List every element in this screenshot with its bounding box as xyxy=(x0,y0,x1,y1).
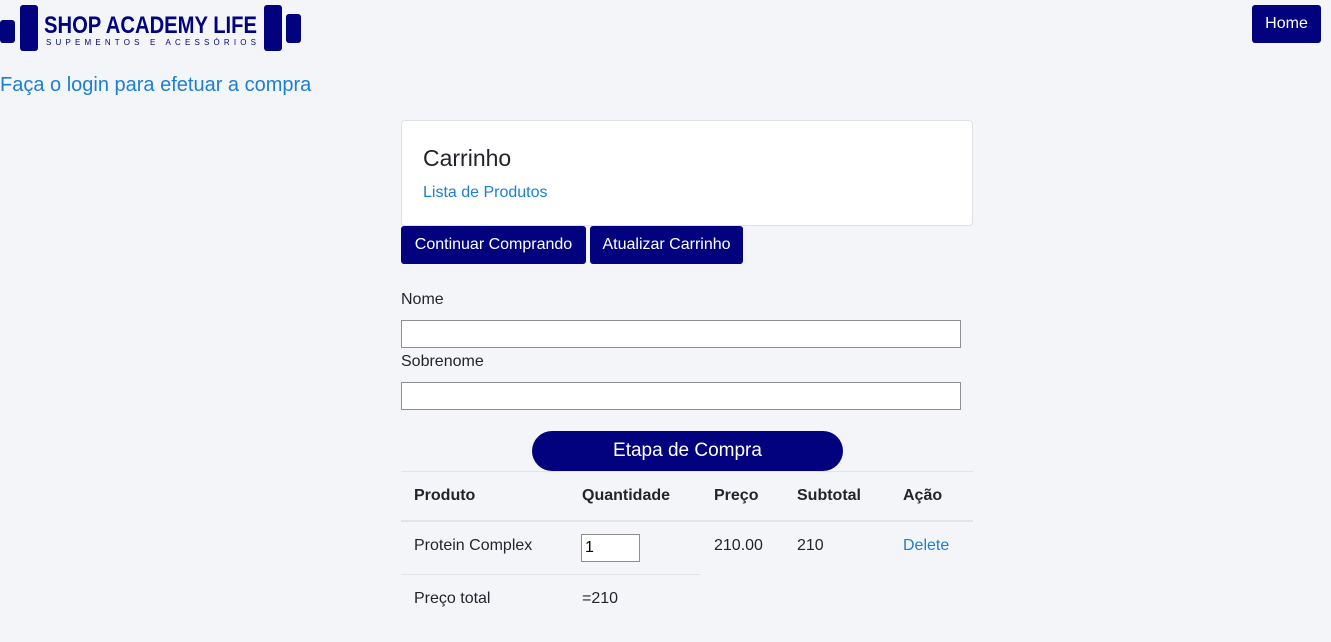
home-button[interactable]: Home xyxy=(1252,5,1321,43)
header-quantidade: Quantidade xyxy=(582,487,671,504)
table-row-divider xyxy=(401,574,700,575)
brand-logo[interactable]: SHOP ACADEMY LIFE SUPEMENTOS E ACESSÓRIO… xyxy=(0,4,302,52)
header-subtotal: Subtotal xyxy=(797,487,861,504)
purchase-stage-button[interactable]: Etapa de Compra xyxy=(532,431,843,471)
header-preco: Preço xyxy=(714,487,759,504)
first-name-label: Nome xyxy=(401,291,444,308)
table-top-divider xyxy=(401,471,973,472)
logo-title: SHOP ACADEMY LIFE xyxy=(44,12,257,39)
delete-item-link[interactable]: Delete xyxy=(903,537,949,555)
last-name-label: Sobrenome xyxy=(401,353,484,370)
cart-card: Carrinho Lista de Produtos xyxy=(401,120,973,226)
continue-shopping-button[interactable]: Continuar Comprando xyxy=(401,226,586,264)
row-price: 210.00 xyxy=(714,537,763,554)
first-name-input[interactable] xyxy=(401,320,961,348)
product-list-link[interactable]: Lista de Produtos xyxy=(423,184,548,202)
login-prompt-link[interactable]: Faça o login para efetuar a compra xyxy=(0,74,311,97)
quantity-input[interactable] xyxy=(581,534,640,562)
last-name-input[interactable] xyxy=(401,382,961,410)
row-subtotal: 210 xyxy=(797,537,824,554)
update-cart-button[interactable]: Atualizar Carrinho xyxy=(590,226,743,264)
total-label: Preço total xyxy=(414,590,491,607)
row-product-name: Protein Complex xyxy=(414,537,533,554)
header-produto: Produto xyxy=(414,487,476,504)
table-header-divider xyxy=(401,520,973,522)
total-value: =210 xyxy=(582,590,619,607)
header-acao: Ação xyxy=(903,487,943,504)
logo-subtitle: SUPEMENTOS E ACESSÓRIOS xyxy=(46,38,256,47)
dumbbell-logo-icon: SHOP ACADEMY LIFE SUPEMENTOS E ACESSÓRIO… xyxy=(0,5,301,51)
cart-title: Carrinho xyxy=(423,145,512,171)
